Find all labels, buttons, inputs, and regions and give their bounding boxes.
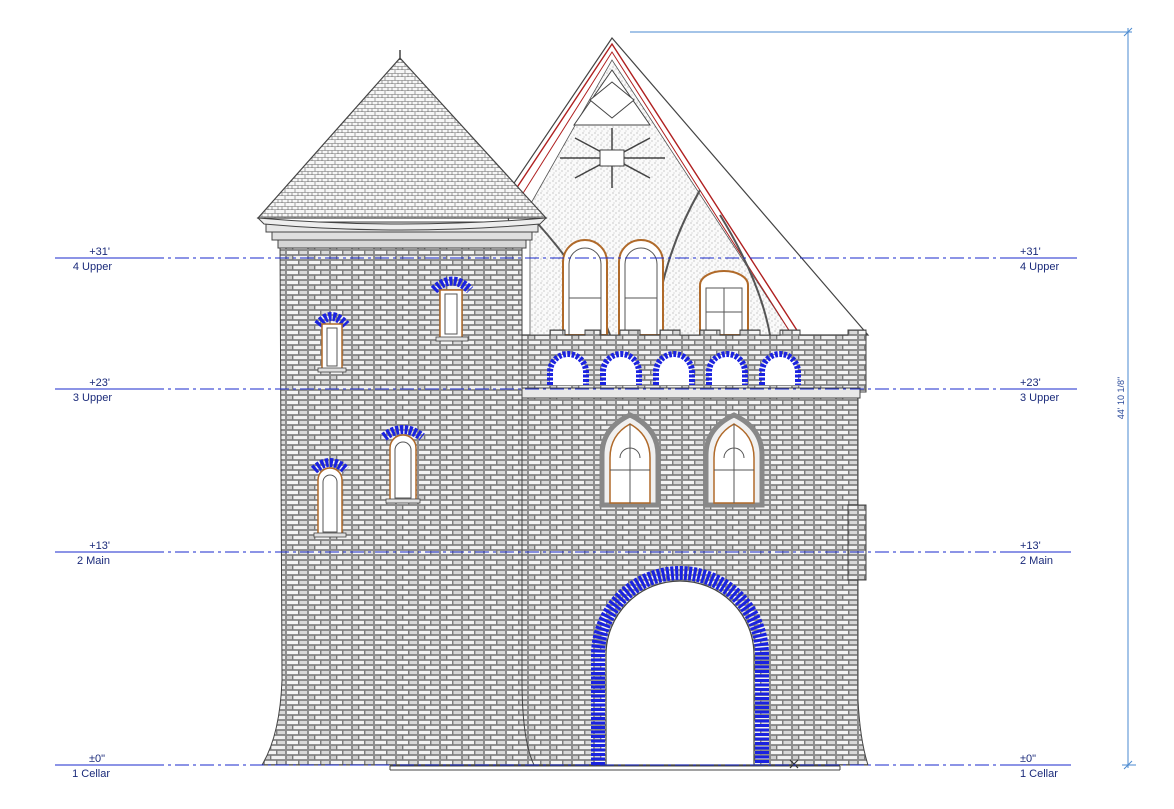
conical-roof [256, 50, 548, 231]
level-2-main-name-left: 2 Main [77, 555, 110, 567]
level-2-main-elevation-left: +13' [89, 540, 110, 552]
level-1-cellar-elevation-right: ±0" [1020, 753, 1036, 765]
level-4-upper-elevation-right: +31' [1020, 246, 1041, 258]
gothic-window-left [599, 412, 661, 508]
level-3-upper-name-left: 3 Upper [73, 392, 112, 404]
level-4-upper-name-right: 4 Upper [1020, 261, 1059, 273]
level-4-upper-elevation-left: +31' [89, 246, 110, 258]
overall-height-label: 44' 10 1/8" [1116, 377, 1126, 419]
level-1-cellar-name-right: 1 Cellar [1020, 768, 1058, 780]
gothic-window-right [703, 412, 765, 508]
level-labels-left: +31' 4 Upper +23' 3 Upper +13' 2 Main ±0… [72, 246, 112, 780]
level-labels-right: +31' 4 Upper +23' 3 Upper +13' 2 Main ±0… [1020, 246, 1059, 780]
level-3-upper-elevation-left: +23' [89, 377, 110, 389]
gable-window-center [618, 239, 664, 336]
elevation-drawing: +31' 4 Upper +23' 3 Upper +13' 2 Main ±0… [55, 27, 1136, 780]
gable-window-left [562, 239, 608, 336]
level-1-cellar-elevation-left: ±0" [89, 753, 105, 765]
level-1-cellar-name-left: 1 Cellar [72, 768, 110, 780]
level-3-upper-elevation-right: +23' [1020, 377, 1041, 389]
gable-roof [505, 37, 870, 336]
level-4-upper-name-left: 4 Upper [73, 261, 112, 273]
level-2-main-name-right: 2 Main [1020, 555, 1053, 567]
gable-window-right [699, 270, 749, 336]
level-3-upper-name-right: 3 Upper [1020, 392, 1059, 404]
level-2-main-elevation-right: +13' [1020, 540, 1041, 552]
tower-window-1 [314, 312, 350, 373]
